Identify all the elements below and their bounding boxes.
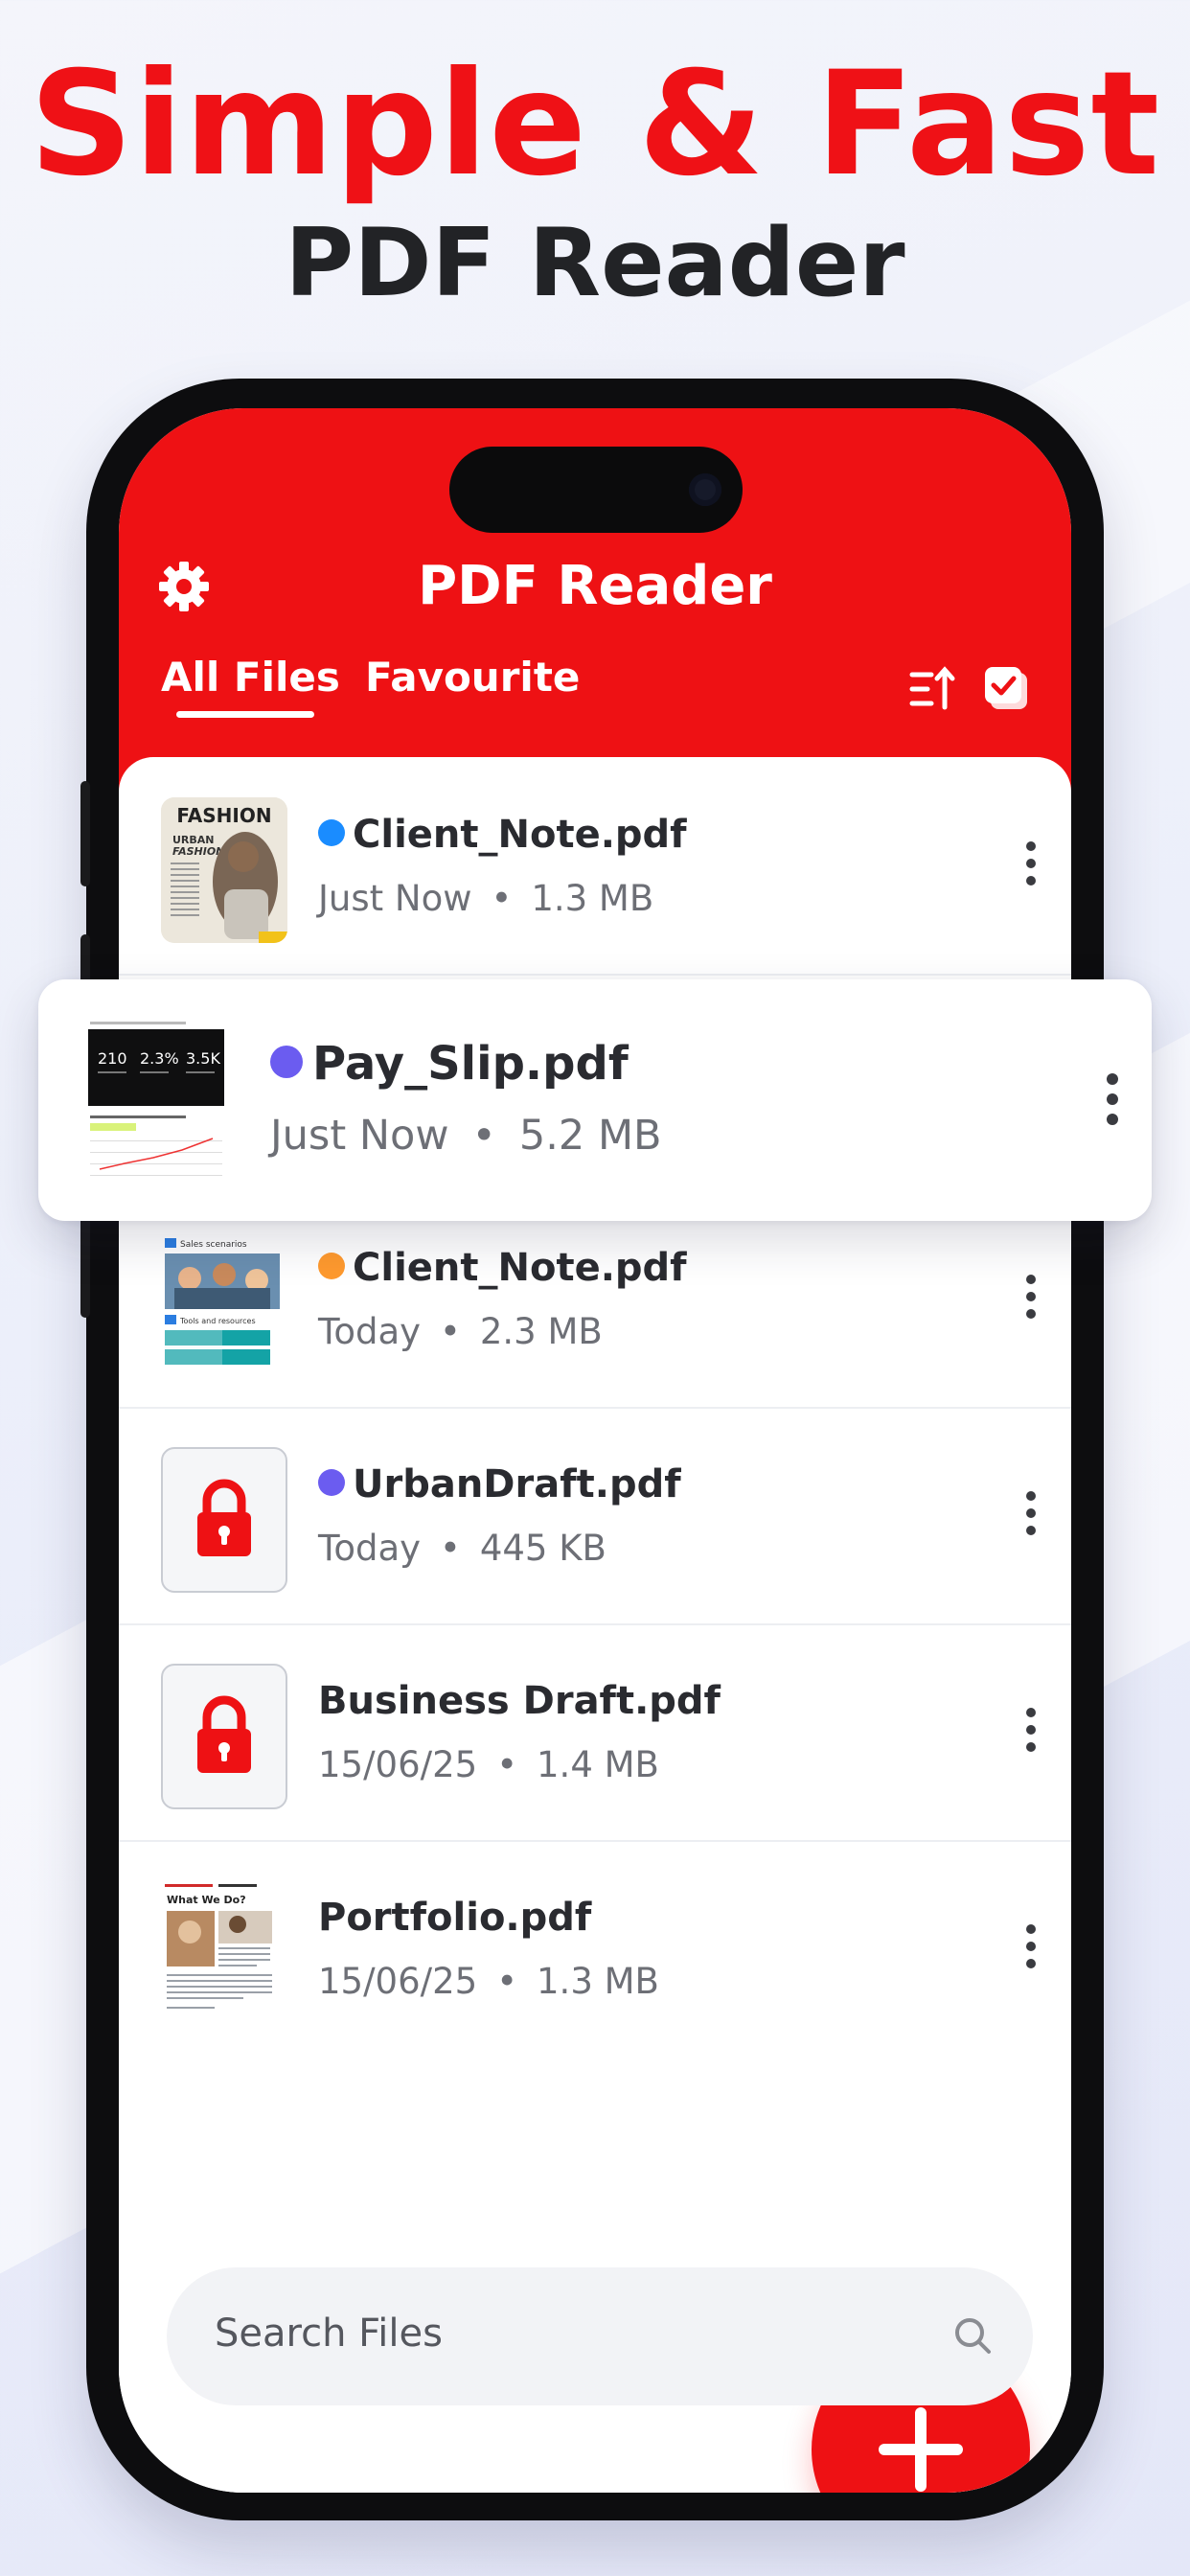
promo-subheadline: PDF Reader [285,209,905,318]
file-name: Client_Note.pdf [318,1246,687,1290]
file-size: 445 KB [479,1528,606,1569]
file-row[interactable]: What We Do? Portfolio.pdf 15/06/25 • 1.3… [119,1840,1071,2057]
file-row[interactable]: FASHION URBAN FASHION Client_Note.pdf Ju… [119,757,1071,976]
app-header: PDF Reader All Files Favourite [119,408,1071,811]
file-meta: Just Now • 5.2 MB [270,1112,662,1160]
more-vertical-icon[interactable] [1025,841,1037,889]
file-meta: 15/06/25 • 1.3 MB [318,1961,659,2002]
file-row[interactable]: UrbanDraft.pdf Today • 445 KB [119,1407,1071,1625]
status-dot [270,1046,303,1078]
app-title: PDF Reader [418,555,772,617]
locked-file-thumbnail [161,1664,287,1809]
app-screen: PDF Reader All Files Favourite FASHION U… [119,408,1071,2493]
file-thumbnail: Sales scenarios Tools and resources [161,1230,287,1376]
file-date: Today [318,1528,422,1569]
more-vertical-icon[interactable] [1025,1491,1037,1539]
meta-separator: • [496,1744,518,1785]
select-all-icon[interactable] [981,663,1031,713]
file-size: 2.3 MB [479,1311,603,1352]
search-input[interactable]: Search Files [215,2312,443,2356]
file-date: 15/06/25 [318,1961,478,2002]
dynamic-island [449,447,743,533]
tab-favourite[interactable]: Favourite [365,651,580,704]
highlighted-file-row[interactable]: 210 2.3% 3.5K Pay_Slip.pdf Just Now • 5.2 … [38,979,1152,1221]
svg-text:Tools and resources: Tools and resources [179,1317,256,1325]
file-size: 5.2 MB [518,1112,662,1160]
file-size: 1.3 MB [531,878,654,919]
sort-icon[interactable] [908,665,958,713]
file-meta: Just Now • 1.3 MB [318,878,653,919]
file-size: 1.3 MB [537,1961,659,2002]
file-name: Portfolio.pdf [318,1896,592,1940]
search-icon[interactable] [952,2315,993,2356]
more-vertical-icon[interactable] [1025,1924,1037,1972]
file-date: 15/06/25 [318,1744,478,1785]
file-name: UrbanDraft.pdf [318,1462,681,1506]
meta-separator: • [496,1961,518,2002]
promo-headline: Simple & Fast [29,41,1161,208]
file-thumbnail: What We Do? [161,1880,287,2026]
file-name: Business Draft.pdf [318,1679,721,1723]
file-date: Just Now [270,1112,449,1160]
svg-text:FASHION: FASHION [172,845,224,858]
file-row[interactable]: Sales scenarios Tools and resources Clie… [119,1190,1071,1409]
file-meta: Today • 2.3 MB [318,1311,603,1352]
file-name: Pay_Slip.pdf [270,1037,629,1091]
meta-separator: • [440,1528,461,1569]
status-dot [318,1253,345,1279]
more-vertical-icon[interactable] [1025,1708,1037,1756]
meta-separator: • [471,1112,496,1160]
file-date: Today [318,1311,422,1352]
file-size: 1.4 MB [537,1744,659,1785]
meta-separator: • [440,1311,461,1352]
svg-text:3.5K: 3.5K [186,1049,220,1068]
svg-text:2.3%: 2.3% [140,1049,179,1068]
search-bar[interactable]: Search Files [167,2267,1033,2405]
svg-text:210: 210 [98,1049,127,1068]
tab-all-files[interactable]: All Files [161,651,340,704]
file-date: Just Now [318,878,472,919]
file-meta: Today • 445 KB [318,1528,606,1569]
file-thumbnail: FASHION URBAN FASHION [161,797,287,943]
file-row[interactable]: Business Draft.pdf 15/06/25 • 1.4 MB [119,1623,1071,1842]
more-vertical-icon[interactable] [1106,1073,1119,1129]
file-name: Client_Note.pdf [318,813,687,857]
phone-side-button [80,781,90,886]
status-dot [318,1469,345,1496]
svg-text:What We Do?: What We Do? [167,1894,246,1906]
camera-icon [689,473,721,506]
more-vertical-icon[interactable] [1025,1275,1037,1322]
file-thumbnail: 210 2.3% 3.5K [86,1018,226,1183]
file-meta: 15/06/25 • 1.4 MB [318,1744,659,1785]
lock-icon [197,1695,251,1773]
lock-icon [197,1479,251,1556]
active-tab-indicator [176,711,314,718]
svg-text:FASHION: FASHION [176,804,271,827]
meta-separator: • [491,878,513,919]
locked-file-thumbnail [161,1447,287,1593]
svg-text:Sales scenarios: Sales scenarios [180,1240,247,1250]
status-dot [318,819,345,846]
